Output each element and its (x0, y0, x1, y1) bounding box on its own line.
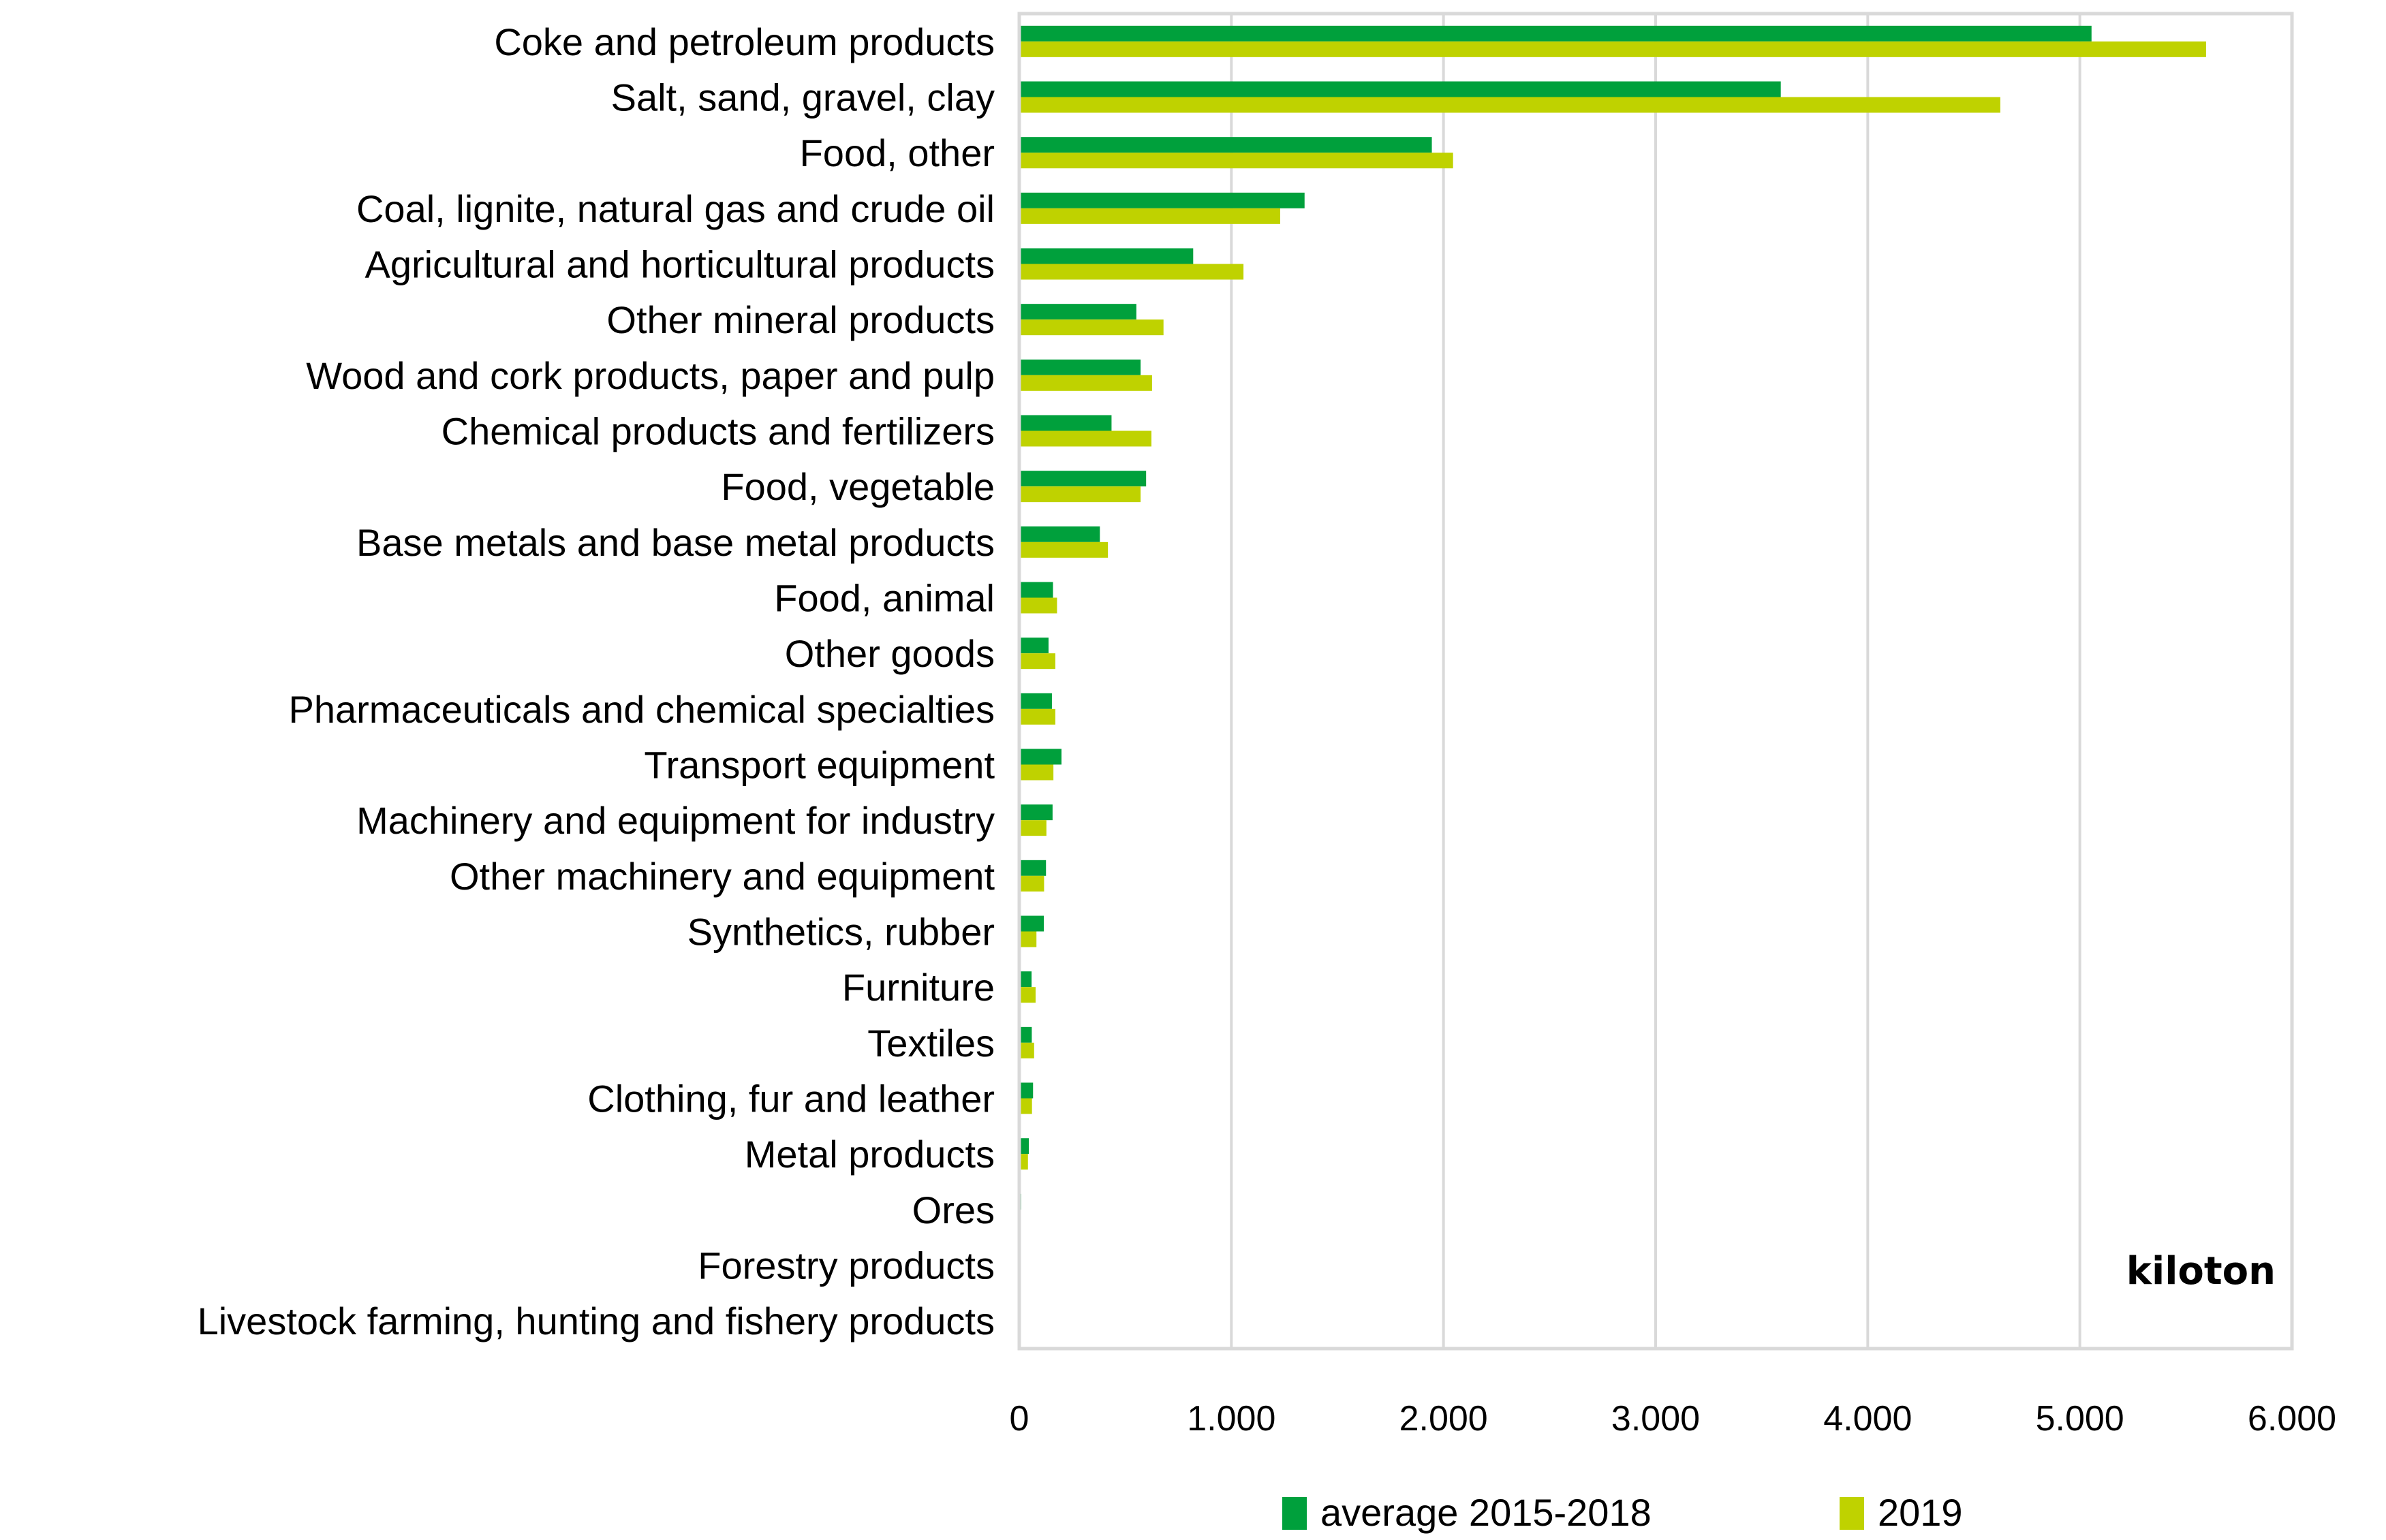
category-label: Livestock farming, hunting and fishery p… (198, 1300, 995, 1342)
bar-average-2015-2018 (1019, 248, 1194, 264)
bar-average-2015-2018 (1019, 638, 1049, 654)
category-label: Other machinery and equipment (450, 855, 995, 898)
bar-2019 (1019, 264, 1244, 280)
bar-2019 (1019, 1042, 1034, 1058)
legend-swatch-2019 (1840, 1497, 1864, 1530)
legend: average 2015-2018 2019 (1282, 1491, 1963, 1534)
x-axis-tick-labels: 0 1.000 2.000 3.000 4.000 5.000 6.000 (1010, 1399, 2337, 1439)
bar-average-2015-2018 (1019, 304, 1136, 320)
bar-2019 (1019, 486, 1141, 503)
category-label: Metal products (745, 1133, 995, 1176)
bar-average-2015-2018 (1019, 915, 1044, 932)
legend-label-2019: 2019 (1878, 1491, 1963, 1534)
category-label: Base metals and base metal products (356, 521, 995, 564)
bars (1019, 25, 2206, 1337)
category-label: Wood and cork products, paper and pulp (306, 354, 995, 397)
bar-2019 (1019, 208, 1280, 224)
unit-label: kiloton (2126, 1249, 2276, 1293)
bar-average-2015-2018 (1019, 25, 2092, 42)
category-label: Coal, lignite, natural gas and crude oil (356, 187, 995, 230)
bar-2019 (1019, 875, 1044, 892)
bar-average-2015-2018 (1019, 582, 1053, 598)
bar-2019 (1019, 375, 1152, 391)
bar-average-2015-2018 (1019, 971, 1032, 988)
category-label: Food, other (800, 131, 995, 174)
bar-2019 (1019, 708, 1055, 725)
category-label: Food, vegetable (721, 465, 995, 508)
x-tick-label: 3.000 (1611, 1399, 1700, 1439)
bar-chart: Coke and petroleum products Salt, sand, g… (198, 12, 2337, 1534)
bar-2019 (1019, 319, 1164, 336)
bar-2019 (1019, 987, 1036, 1003)
bar-2019 (1019, 764, 1054, 781)
bar-2019 (1019, 153, 1453, 169)
category-label: Machinery and equipment for industry (356, 799, 995, 842)
bar-2019 (1019, 97, 2000, 113)
x-tick-label: 5.000 (2036, 1399, 2124, 1439)
bar-2019 (1019, 41, 2206, 57)
category-label: Clothing, fur and leather (587, 1078, 995, 1120)
category-label: Other mineral products (606, 298, 995, 341)
bar-average-2015-2018 (1019, 415, 1112, 431)
bar-average-2015-2018 (1019, 1082, 1034, 1099)
bar-average-2015-2018 (1019, 693, 1052, 709)
category-label: Other goods (785, 632, 995, 675)
bar-average-2015-2018 (1019, 359, 1141, 375)
x-tick-label: 2.000 (1399, 1399, 1488, 1439)
x-tick-label: 1.000 (1187, 1399, 1275, 1439)
category-label: Pharmaceuticals and chemical specialties (289, 688, 995, 731)
gridlines (1230, 14, 2081, 1349)
bar-average-2015-2018 (1019, 81, 1781, 97)
category-label: Coke and petroleum products (494, 20, 995, 63)
category-label: Synthetics, rubber (687, 911, 995, 954)
category-labels: Coke and petroleum products Salt, sand, g… (198, 20, 995, 1342)
bar-2019 (1019, 597, 1057, 614)
category-label: Textiles (867, 1022, 995, 1065)
bar-average-2015-2018 (1019, 192, 1305, 208)
category-label: Furniture (842, 966, 995, 1009)
category-label: Salt, sand, gravel, clay (611, 76, 995, 119)
category-label: Ores (912, 1189, 995, 1231)
category-label: Chemical products and fertilizers (441, 410, 995, 453)
x-tick-label: 0 (1010, 1399, 1029, 1439)
category-label: Agricultural and horticultural products (365, 243, 995, 286)
bar-average-2015-2018 (1019, 526, 1100, 542)
category-label: Food, animal (774, 577, 995, 620)
bar-average-2015-2018 (1019, 471, 1147, 487)
bar-2019 (1019, 820, 1047, 836)
legend-swatch-average (1282, 1497, 1307, 1530)
bar-average-2015-2018 (1019, 860, 1047, 876)
bar-average-2015-2018 (1019, 137, 1432, 153)
bar-2019 (1019, 541, 1109, 558)
bar-2019 (1019, 430, 1151, 447)
x-tick-label: 4.000 (1823, 1399, 1912, 1439)
bar-average-2015-2018 (1019, 1026, 1032, 1043)
category-label: Forestry products (698, 1244, 995, 1287)
bar-2019 (1019, 653, 1055, 670)
bar-2019 (1019, 931, 1037, 947)
bar-average-2015-2018 (1019, 804, 1053, 821)
legend-label-average: average 2015-2018 (1320, 1491, 1652, 1534)
x-tick-label: 6.000 (2248, 1399, 2336, 1439)
category-label: Transport equipment (644, 744, 995, 787)
bar-2019 (1019, 1098, 1032, 1114)
bar-average-2015-2018 (1019, 749, 1062, 765)
